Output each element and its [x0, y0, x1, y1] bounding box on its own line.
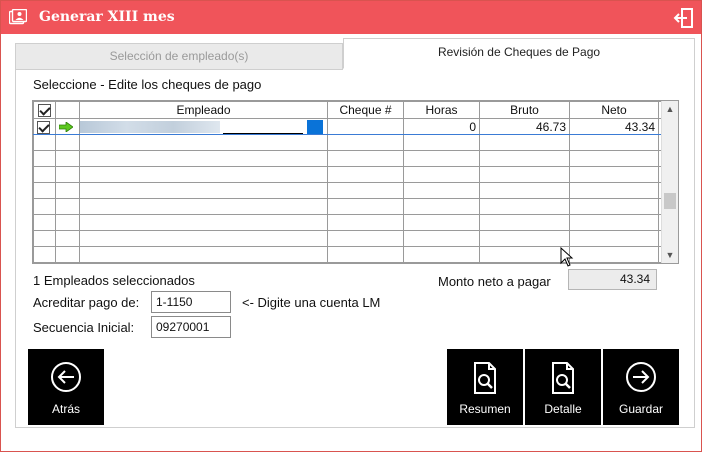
table-row-empty [33, 214, 666, 231]
summary-button[interactable]: Resumen [447, 349, 523, 425]
grid-scrollbar[interactable]: ▲ ▼ [661, 101, 678, 263]
back-button-label: Atrás [51, 402, 80, 416]
header-neto[interactable]: Neto [569, 101, 659, 119]
sequence-field[interactable]: 09270001 [151, 316, 231, 338]
exit-icon[interactable] [673, 8, 693, 28]
cell-empleado[interactable] [79, 118, 328, 135]
back-button[interactable]: Atrás [28, 349, 104, 425]
save-button[interactable]: Guardar [603, 349, 679, 425]
scroll-down-icon[interactable]: ▼ [662, 247, 678, 263]
credit-account-label: Acreditar pago de: [33, 295, 140, 310]
selected-count: 1 Empleados seleccionados [33, 273, 195, 288]
tab-check-review[interactable]: Revisión de Cheques de Pago [343, 38, 695, 69]
table-header-row: Empleado Cheque # Horas Bruto Neto [33, 101, 666, 119]
credit-account-hint: <- Digite una cuenta LM [242, 295, 381, 310]
app-icon [9, 9, 27, 25]
checks-grid[interactable]: Empleado Cheque # Horas Bruto Neto 0 46.… [32, 100, 679, 264]
table-row[interactable]: 0 46.73 43.34 [33, 118, 666, 135]
table-row-empty [33, 198, 666, 215]
table-row-empty [33, 150, 666, 167]
save-button-label: Guardar [618, 402, 664, 416]
row-arrow-icon [59, 122, 73, 133]
table-row-empty [33, 166, 666, 183]
sequence-label: Secuencia Inicial: [33, 320, 135, 335]
select-all-checkbox[interactable] [38, 104, 51, 118]
detail-button[interactable]: Detalle [525, 349, 601, 425]
row-indicator-cell [55, 118, 80, 135]
mouse-cursor-icon [560, 247, 574, 267]
header-select-all[interactable] [33, 101, 56, 119]
title-bar: Generar XIII mes [1, 1, 701, 34]
net-amount-label: Monto neto a pagar [438, 274, 551, 289]
cell-neto[interactable]: 43.34 [569, 118, 659, 135]
table-row-empty [33, 182, 666, 199]
cell-horas[interactable]: 0 [403, 118, 480, 135]
document-search-icon [474, 362, 496, 394]
table-row-empty [33, 230, 666, 247]
scroll-up-icon[interactable]: ▲ [662, 101, 678, 117]
header-horas[interactable]: Horas [403, 101, 480, 119]
header-empleado[interactable]: Empleado [79, 101, 328, 119]
header-cheque[interactable]: Cheque # [327, 101, 404, 119]
tab-employee-selection[interactable]: Selección de empleado(s) [15, 43, 343, 70]
credit-account-field[interactable]: 1-1150 [151, 291, 231, 313]
summary-button-label: Resumen [459, 402, 511, 416]
table-row-empty [33, 134, 666, 151]
cell-bruto[interactable]: 46.73 [479, 118, 570, 135]
header-indicator [55, 101, 80, 119]
detail-button-label: Detalle [544, 402, 582, 416]
cell-cheque[interactable] [327, 118, 404, 135]
document-search-icon [552, 362, 574, 394]
arrow-right-circle-icon [626, 362, 656, 392]
header-bruto[interactable]: Bruto [479, 101, 570, 119]
window-title: Generar XIII mes [39, 9, 175, 25]
employee-name-redacted [80, 120, 220, 133]
row-checkbox[interactable] [37, 120, 50, 134]
scroll-thumb[interactable] [664, 193, 676, 209]
main-window: Generar XIII mes Selección de empleado(s… [0, 0, 702, 452]
row-checkbox-cell[interactable] [33, 118, 56, 135]
section-label: Seleccione - Edite los cheques de pago [33, 77, 262, 92]
tab-strip: Selección de empleado(s) Revisión de Che… [15, 38, 695, 70]
arrow-left-circle-icon [51, 362, 81, 392]
net-amount-value: 43.34 [568, 269, 657, 290]
